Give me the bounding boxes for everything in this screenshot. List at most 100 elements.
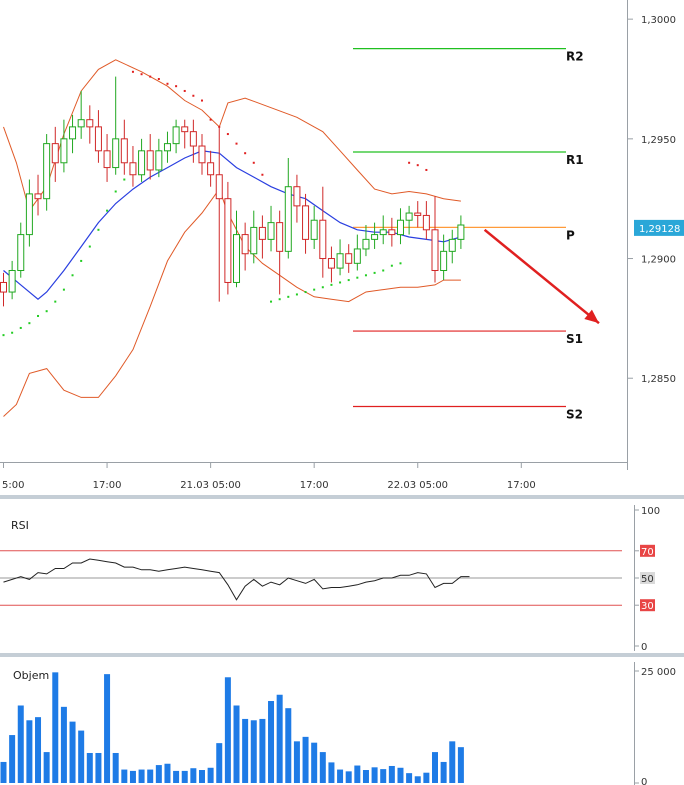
- level-s1-label: S1: [566, 332, 583, 346]
- volume-bar: [423, 772, 430, 783]
- candle-body: [362, 238, 370, 250]
- volume-axis[interactable]: 25 000 0: [634, 667, 676, 785]
- sar-dot: [97, 228, 100, 231]
- volume-bar: [78, 730, 85, 783]
- sar-dot: [19, 326, 22, 329]
- candle-body: [34, 193, 42, 200]
- rsi-tick-label: 70: [641, 547, 654, 558]
- sar-dot: [114, 190, 117, 193]
- candle-body: [293, 186, 301, 207]
- sar-dot: [28, 322, 31, 325]
- volume-bar: [371, 767, 378, 783]
- sar-dot: [339, 281, 342, 284]
- sar-dot: [149, 75, 152, 78]
- volume-bar: [35, 717, 42, 783]
- volume-bar: [380, 769, 387, 783]
- candle-body: [327, 258, 335, 269]
- volume-bar: [440, 761, 447, 783]
- sar-dot: [226, 133, 229, 136]
- candle-body: [379, 229, 387, 236]
- volume-bar: [449, 741, 456, 783]
- candle-body: [155, 150, 163, 171]
- sar-dot: [54, 300, 57, 303]
- volume-tick-label: 0: [641, 777, 647, 785]
- volume-bar: [207, 767, 214, 783]
- trading-chart[interactable]: R2 R1 P S1 S2 1,3000 1,2950 1,2900 1,2850 1,2912…: [0, 0, 684, 785]
- volume-bar: [0, 761, 7, 783]
- sar-dot: [200, 99, 203, 102]
- volume-panel[interactable]: Objem: [0, 669, 464, 783]
- price-axis[interactable]: 1,3000 1,2950 1,2900 1,2850 1,29128: [627, 15, 684, 385]
- sar-dot: [71, 274, 74, 277]
- candle-body: [172, 126, 180, 145]
- price-panel[interactable]: R2 R1 P S1 S2: [0, 0, 627, 462]
- sar-dot: [166, 82, 169, 85]
- candle-body: [77, 119, 85, 128]
- sar-dot: [321, 286, 324, 289]
- candle-body: [457, 224, 465, 240]
- sar-dot: [37, 314, 40, 317]
- sar-dot: [45, 310, 48, 313]
- candle: [224, 181, 232, 295]
- volume-bar: [388, 765, 395, 783]
- volume-bar: [457, 747, 464, 783]
- rsi-axis[interactable]: 100 70 50 30 0: [634, 506, 660, 653]
- candle-body: [371, 234, 379, 240]
- price-tick-label: 1,2900: [641, 255, 676, 266]
- sar-dot: [416, 164, 419, 167]
- candle-body: [94, 126, 102, 152]
- sar-dot: [244, 152, 247, 155]
- candle-body: [51, 143, 59, 164]
- candle-body: [181, 126, 189, 133]
- sar-dot: [175, 85, 178, 88]
- sar-dot: [382, 269, 385, 272]
- time-tick-label: 17:00: [300, 480, 329, 491]
- candle-body: [0, 281, 7, 293]
- sar-dot: [399, 262, 402, 265]
- volume-bar: [181, 770, 188, 783]
- sar-dot: [270, 300, 273, 303]
- candle-body: [431, 229, 439, 271]
- sar-dot: [80, 259, 83, 262]
- volume-bar: [285, 708, 292, 783]
- candle-body: [353, 248, 361, 264]
- candle-body: [250, 226, 258, 255]
- volume-bar: [104, 674, 111, 783]
- volume-bar: [397, 767, 404, 783]
- candle-body: [163, 143, 171, 152]
- volume-bar: [250, 720, 257, 783]
- level-s2-label: S2: [566, 407, 583, 421]
- sar-dot: [425, 168, 428, 171]
- candle-body: [258, 226, 266, 240]
- rsi-panel[interactable]: RSI: [0, 519, 622, 606]
- candle-body: [267, 222, 275, 240]
- candle-body: [284, 186, 292, 252]
- sar-dot: [261, 173, 264, 176]
- time-axis[interactable]: 5:00 17:00 21.03 05:00 17:00 22.03 05:00 17:0…: [2, 462, 536, 491]
- volume-bar: [337, 769, 344, 783]
- volume-bar: [432, 752, 438, 783]
- panel-separator[interactable]: [0, 495, 684, 499]
- sar-dot: [252, 161, 255, 164]
- time-tick-label: 17:00: [93, 480, 122, 491]
- rsi-tick-label: 50: [641, 574, 654, 585]
- sar-dot: [330, 283, 333, 286]
- volume-bar: [112, 752, 119, 783]
- time-tick-label: 5:00: [2, 480, 24, 491]
- panel-separator-2[interactable]: [0, 653, 684, 657]
- rsi-title: RSI: [11, 519, 29, 532]
- candle-body: [224, 198, 232, 283]
- candle-body: [138, 150, 146, 176]
- sar-dot: [287, 295, 290, 298]
- candle-body: [146, 150, 154, 171]
- candle-body: [241, 234, 249, 255]
- sar-dot: [278, 298, 281, 301]
- candle-body: [233, 234, 241, 283]
- volume-bar: [233, 705, 240, 783]
- volume-bar: [147, 769, 154, 783]
- sar-dot: [209, 118, 212, 121]
- volume-bar: [52, 672, 59, 783]
- candle-body: [189, 131, 197, 147]
- sar-dot: [62, 288, 65, 291]
- volume-bar: [224, 677, 231, 783]
